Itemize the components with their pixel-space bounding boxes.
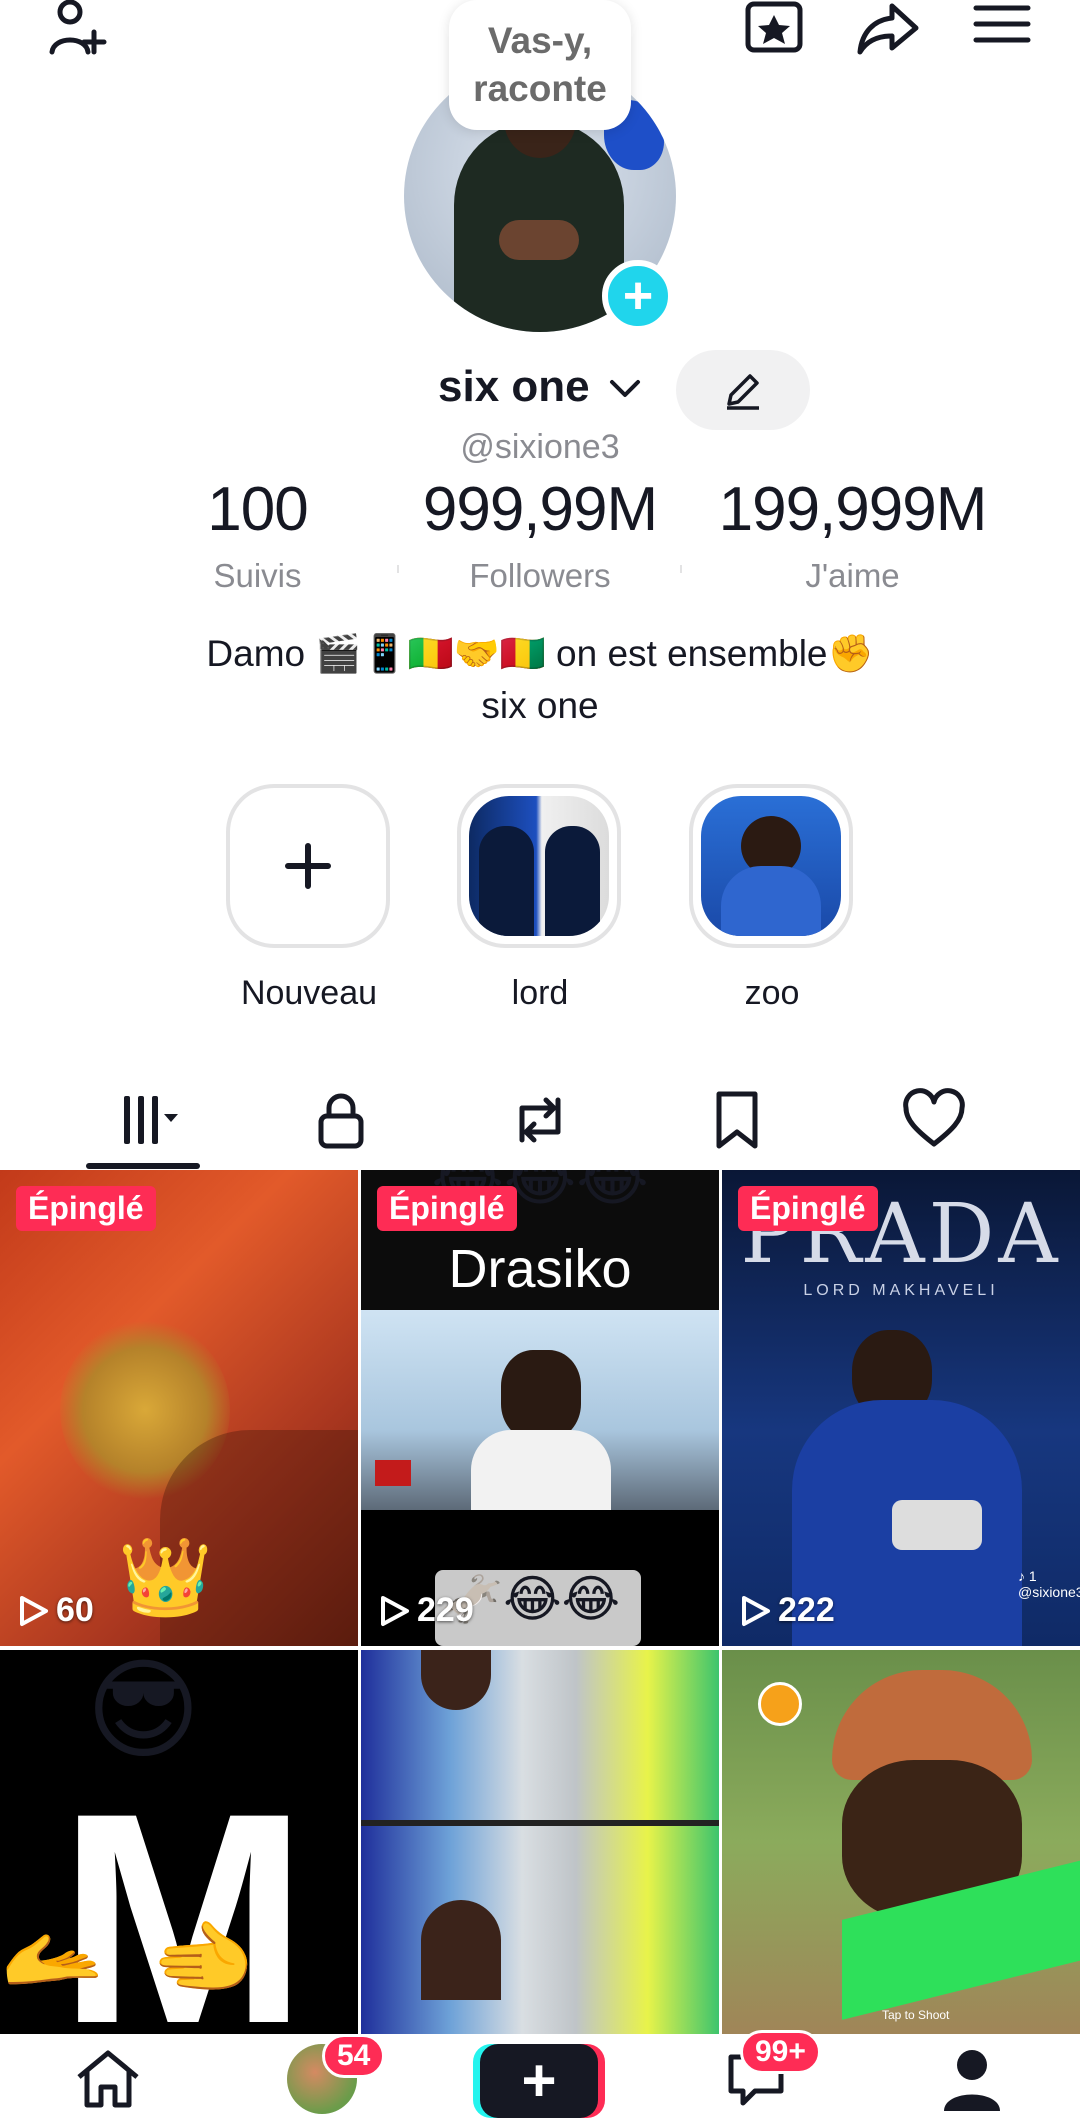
bookmark-icon <box>716 1091 758 1149</box>
share-button[interactable] <box>848 0 928 60</box>
view-count: 222 <box>738 1591 835 1630</box>
story-prompt-bubble[interactable]: Vas-y, raconte <box>449 0 631 130</box>
nav-home[interactable] <box>48 2034 168 2124</box>
favorites-button[interactable] <box>734 0 814 60</box>
video-tile[interactable]: 😎 M 🫴 🫲 <box>0 1650 358 2034</box>
followers-count: 999,99M <box>422 475 658 544</box>
nav-profile[interactable] <box>912 2034 1032 2124</box>
view-count-value: 229 <box>417 1591 474 1629</box>
stat-following[interactable]: 100 Suivis <box>170 474 345 595</box>
highlight-thumbnail <box>469 796 609 936</box>
likes-count: 199,999M <box>718 475 988 544</box>
profile-icon <box>944 2050 1000 2111</box>
stat-followers[interactable]: 999,99M Followers <box>400 474 680 595</box>
play-icon <box>20 1595 48 1626</box>
likes-label: J'aime <box>805 557 900 594</box>
repost-icon <box>519 1097 561 1143</box>
inbox-badge: 99+ <box>740 2030 821 2074</box>
pinned-badge: Épinglé <box>377 1186 517 1231</box>
crown-emoji: 👑 <box>118 1535 213 1620</box>
highlight-label: lord <box>511 974 569 1012</box>
star-box-icon <box>745 1 803 53</box>
following-count: 100 <box>207 475 308 544</box>
highlight-lord[interactable]: lord <box>457 784 623 1013</box>
video-tile[interactable]: Épinglé 👑 60 <box>0 1170 358 1646</box>
bio-line: Damo 🎬📱🇲🇱🤝🇬🇳 on est ensemble✊ <box>206 633 874 674</box>
add-friend-button[interactable] <box>38 0 118 60</box>
tab-reposts[interactable] <box>480 1070 600 1170</box>
stat-divider <box>397 565 399 573</box>
tab-liked[interactable] <box>874 1070 994 1170</box>
add-story-button[interactable]: + <box>602 260 674 332</box>
chevron-down-icon[interactable] <box>608 376 642 400</box>
active-tab-indicator <box>86 1163 200 1169</box>
video-tile[interactable]: PRADA LORD MAKHAVELI ♪ 1 @sixione3 Éping… <box>722 1170 1080 1646</box>
video-title: Drasiko <box>448 1239 632 1299</box>
hands-emojis: 🫴 🫲 <box>0 1911 256 2005</box>
menu-button[interactable] <box>962 0 1042 60</box>
stat-divider <box>680 565 682 573</box>
restart-icon <box>758 1682 802 1726</box>
view-count: 60 <box>16 1591 94 1630</box>
story-prompt-text: Vas-y, raconte <box>473 20 607 109</box>
heart-icon <box>903 1088 965 1147</box>
view-count-value: 60 <box>56 1591 94 1629</box>
tab-videos[interactable] <box>90 1070 210 1170</box>
person-plus-icon <box>49 0 107 55</box>
game-caption: Tap to Shoot <box>882 2008 950 2022</box>
videos-grid-icon <box>124 1096 178 1144</box>
pinned-badge: Épinglé <box>738 1186 878 1231</box>
display-name[interactable]: six one <box>438 362 590 412</box>
video-subtitle: LORD MAKHAVELI <box>803 1282 999 1299</box>
pinned-badge: Épinglé <box>16 1186 156 1231</box>
bio-line: six one <box>481 685 599 726</box>
hamburger-menu-icon <box>973 5 1031 43</box>
content-tabs <box>0 1070 1080 1170</box>
profile-bio: Damo 🎬📱🇲🇱🤝🇬🇳 on est ensemble✊ six one <box>0 628 1080 732</box>
highlight-ring <box>457 784 621 948</box>
view-count: 229 <box>377 1591 474 1630</box>
video-tile[interactable] <box>361 1650 719 2034</box>
highlight-label: zoo <box>744 974 800 1012</box>
play-icon <box>742 1595 770 1626</box>
highlight-ring <box>226 784 390 948</box>
username-handle: @sixione3 <box>460 428 620 466</box>
highlight-new[interactable]: Nouveau <box>226 784 392 1013</box>
stat-likes[interactable]: 199,999M J'aime <box>695 474 1010 595</box>
watermark-text: ♪ 1 @sixione3 <box>1018 1568 1080 1600</box>
plus-icon <box>285 843 331 889</box>
home-icon <box>77 2050 139 2108</box>
share-arrow-icon <box>857 3 919 55</box>
create-button[interactable]: + <box>480 2044 598 2118</box>
highlight-ring <box>689 784 853 948</box>
following-label: Suivis <box>213 557 302 594</box>
highlight-zoo[interactable]: zoo <box>689 784 855 1013</box>
highlight-label: Nouveau <box>240 974 378 1012</box>
friends-badge: 54 <box>322 2034 386 2078</box>
edit-profile-button[interactable] <box>676 350 810 430</box>
view-count-value: 222 <box>778 1591 835 1629</box>
video-tile[interactable]: 😂😂😂 Drasiko 🫏😂😂 Épinglé 229 <box>361 1170 719 1646</box>
tab-saved[interactable] <box>677 1070 797 1170</box>
play-icon <box>381 1595 409 1626</box>
followers-label: Followers <box>469 557 611 594</box>
tab-private[interactable] <box>281 1070 401 1170</box>
highlight-thumbnail <box>701 796 841 936</box>
video-tile[interactable]: Tap to Shoot <box>722 1650 1080 2034</box>
pencil-icon <box>727 374 759 410</box>
lock-icon <box>318 1093 364 1149</box>
